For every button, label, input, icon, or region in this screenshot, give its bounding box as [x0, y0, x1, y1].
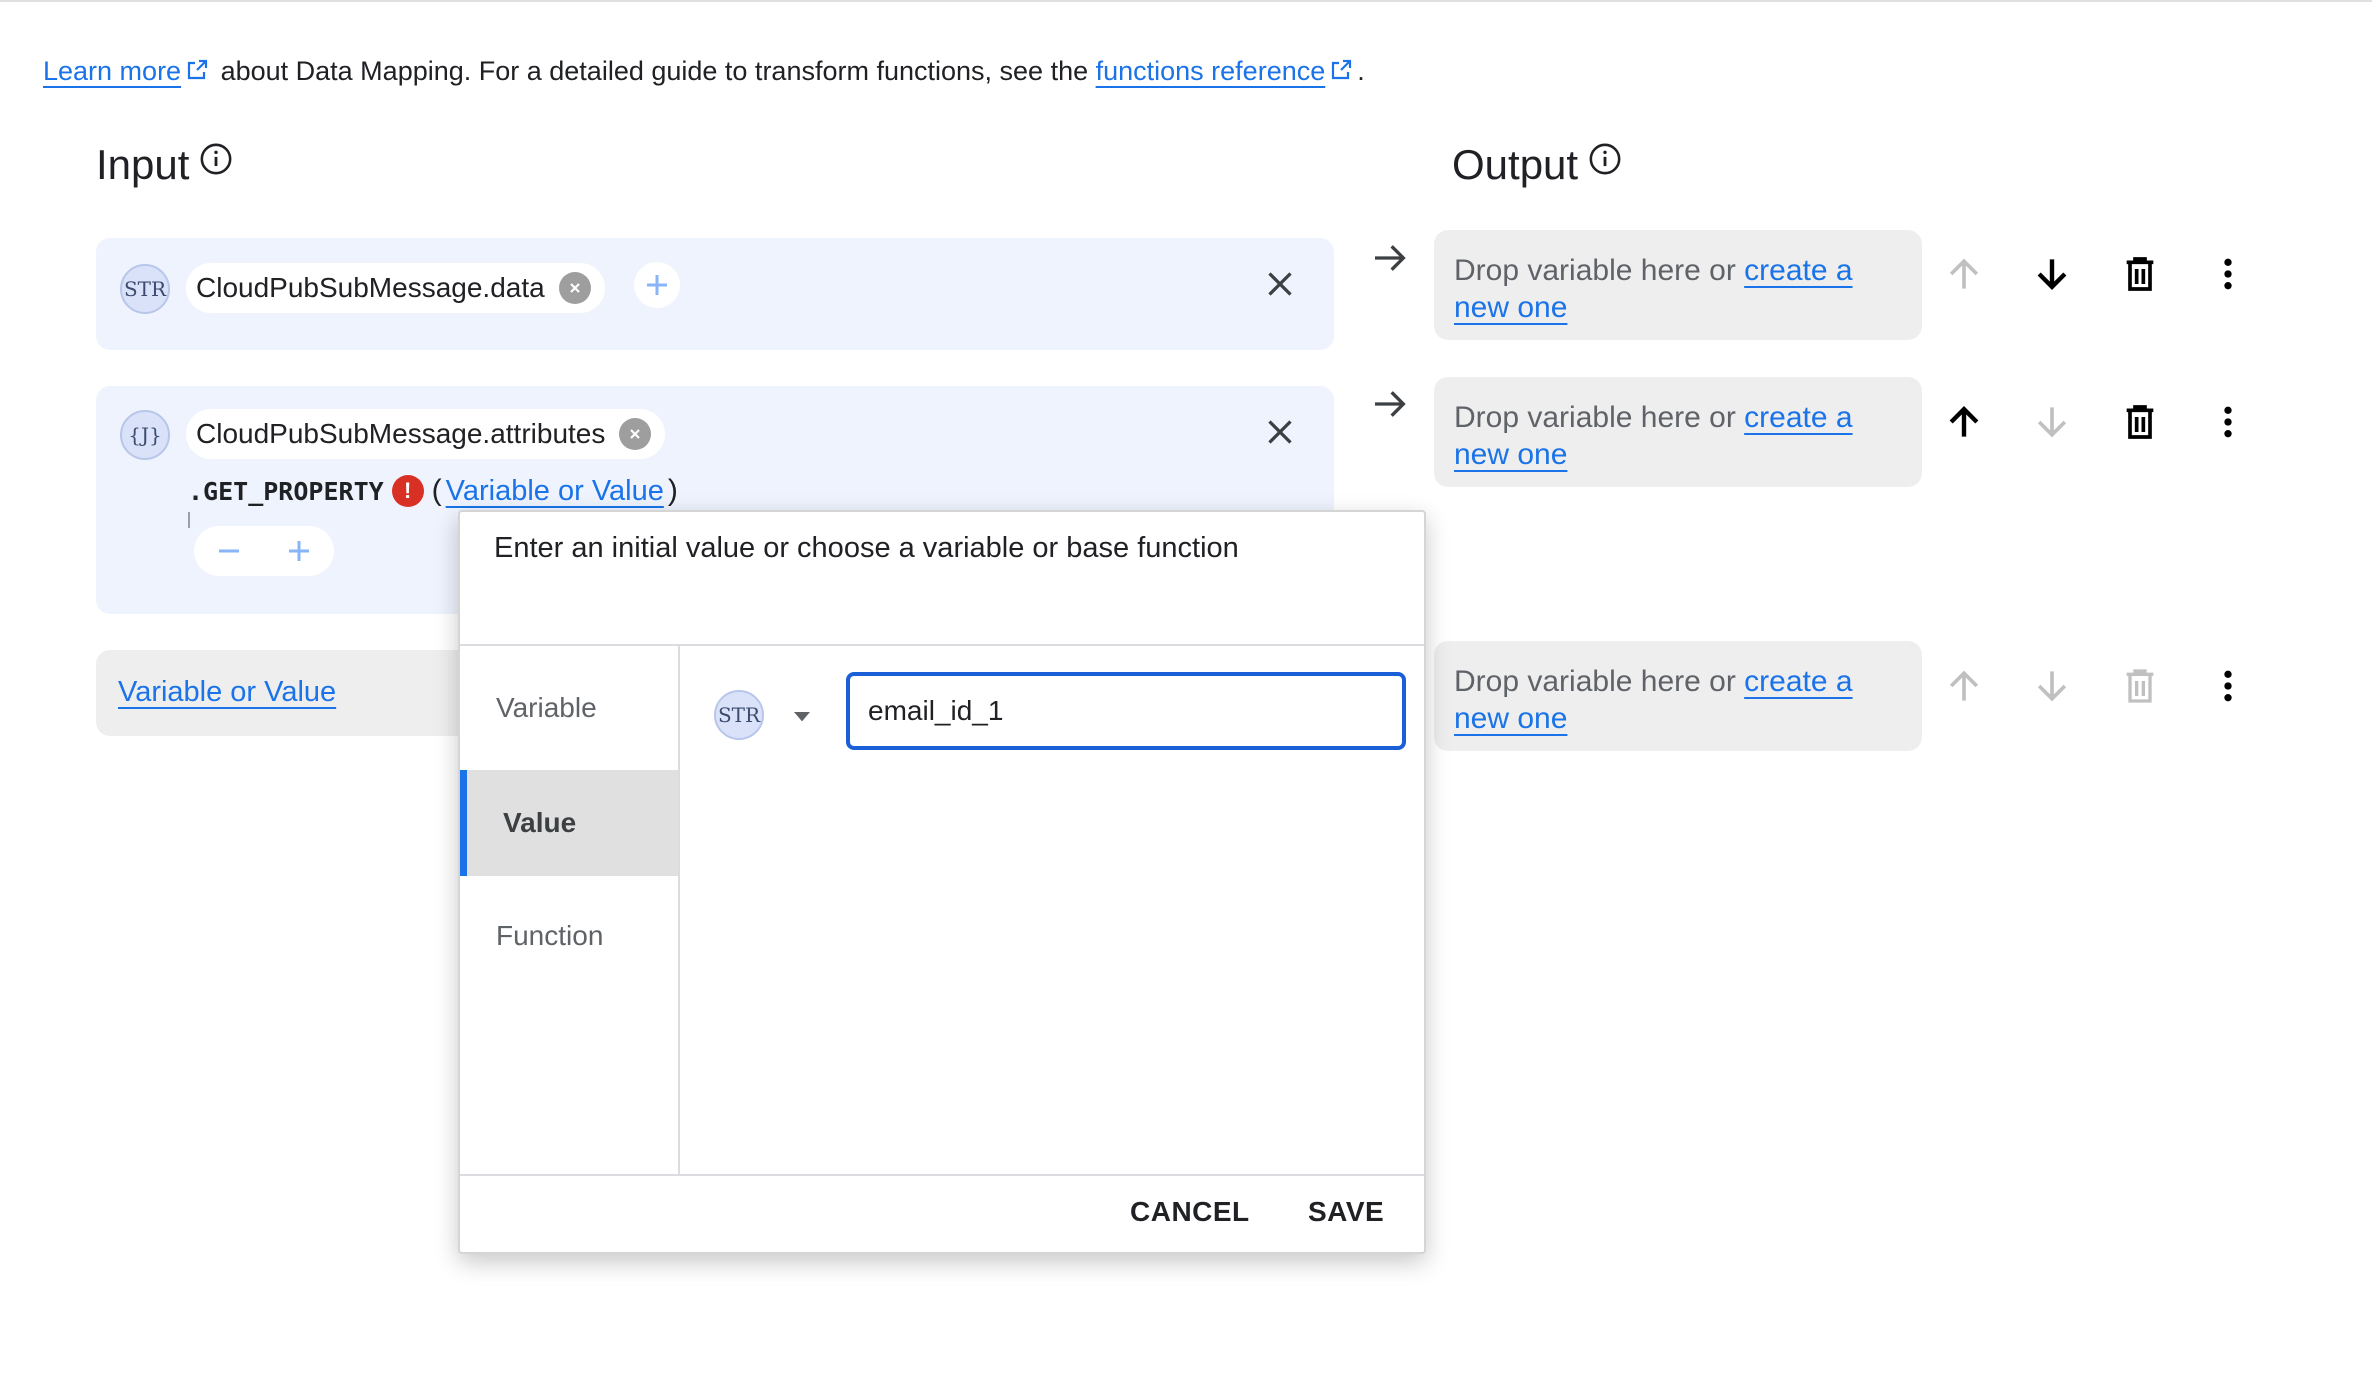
delete-button[interactable]	[2110, 392, 2170, 452]
remove-chip-icon[interactable]	[558, 272, 591, 304]
remove-row-button[interactable]	[1262, 414, 1298, 455]
tab-variable[interactable]: Variable	[460, 666, 678, 750]
function-expression: .GET_PROPERTY ! ( Variable or Value )	[188, 474, 678, 508]
learn-more-link[interactable]: Learn more	[43, 56, 181, 86]
close-icon	[1268, 420, 1292, 444]
input-title-text: Input	[96, 141, 190, 188]
drop-zone-text: Drop variable here or	[1454, 254, 1745, 287]
arrow-up-icon	[1949, 258, 1979, 289]
more-vert-icon	[2224, 670, 2232, 702]
move-up-button	[1934, 656, 1994, 716]
error-icon: !	[391, 475, 424, 507]
output-title-text: Output	[1452, 141, 1579, 188]
function-arg-link[interactable]: Variable or Value	[446, 475, 664, 508]
remove-row-button[interactable]	[1262, 266, 1298, 307]
move-down-button[interactable]	[2022, 244, 2082, 304]
cancel-button[interactable]: CANCEL	[1130, 1196, 1250, 1228]
delete-button[interactable]	[2110, 244, 2170, 304]
drop-zone-text: Drop variable here or	[1454, 401, 1745, 434]
more-options-button[interactable]	[2198, 392, 2258, 452]
variable-chip[interactable]: CloudPubSubMessage.data	[186, 263, 605, 313]
info-icon[interactable]	[1588, 142, 1622, 176]
add-function-button[interactable]	[634, 262, 680, 308]
variable-or-value-link[interactable]: Variable or Value	[118, 673, 336, 711]
minus-icon[interactable]	[214, 536, 244, 566]
output-title: Output	[1452, 140, 1622, 190]
arrow-up-icon	[1949, 406, 1979, 437]
save-button[interactable]: SAVE	[1308, 1196, 1384, 1228]
create-new-link[interactable]: new one	[1454, 702, 1567, 735]
tab-function[interactable]: Function	[460, 894, 678, 978]
close-paren: )	[667, 474, 678, 507]
more-vert-icon	[2224, 258, 2232, 290]
move-up-button[interactable]	[1934, 392, 1994, 452]
dialog-tabs-divider	[678, 646, 680, 1174]
function-name[interactable]: .GET_PROPERTY	[188, 477, 384, 506]
arrow-down-icon	[2037, 259, 2067, 290]
top-divider	[0, 0, 2372, 2]
intro-end-text: .	[1357, 56, 1365, 86]
type-badge-str: STR	[714, 690, 764, 740]
plus-icon	[647, 275, 667, 295]
arrow-down-icon	[2037, 407, 2067, 438]
output-drop-zone[interactable]: Drop variable here or create a new one	[1434, 641, 1922, 751]
drop-zone-text: Drop variable here or	[1454, 665, 1745, 698]
create-new-link[interactable]: create a	[1744, 401, 1852, 434]
more-options-button[interactable]	[2198, 656, 2258, 716]
delete-icon	[2126, 669, 2154, 703]
arrow-right-icon	[1375, 245, 1406, 271]
move-down-button	[2022, 656, 2082, 716]
delete-icon	[2126, 405, 2154, 439]
dialog-title: Enter an initial value or choose a varia…	[494, 532, 1239, 564]
open-paren: (	[431, 474, 442, 507]
function-stepper	[194, 526, 334, 576]
variable-chip[interactable]: CloudPubSubMessage.attributes	[186, 409, 666, 459]
type-badge-json: {J}	[120, 410, 170, 460]
info-icon[interactable]	[199, 142, 233, 176]
create-new-link[interactable]: new one	[1454, 438, 1567, 471]
more-options-button[interactable]	[2198, 244, 2258, 304]
create-new-link[interactable]: new one	[1454, 291, 1567, 324]
plus-icon[interactable]	[284, 536, 314, 566]
type-dropdown[interactable]	[786, 700, 818, 737]
input-title: Input	[96, 140, 233, 190]
arrow-up-icon	[1949, 670, 1979, 701]
type-badge-str: STR	[120, 264, 170, 314]
external-link-icon	[187, 59, 208, 79]
arrow-down-icon	[2037, 671, 2067, 702]
text-caret	[188, 512, 190, 528]
variable-chip-label: CloudPubSubMessage.attributes	[196, 418, 606, 449]
tab-value[interactable]: Value	[460, 770, 678, 876]
value-input[interactable]: email_id_1	[846, 672, 1406, 750]
output-drop-zone[interactable]: Drop variable here or create a new one	[1434, 377, 1922, 487]
delete-button	[2110, 656, 2170, 716]
move-down-button	[2022, 392, 2082, 452]
create-new-link[interactable]: create a	[1744, 254, 1852, 287]
dialog-footer-divider	[460, 1174, 1424, 1176]
value-dialog	[458, 510, 1426, 1254]
remove-chip-icon[interactable]	[619, 418, 652, 450]
functions-reference-link[interactable]: functions reference	[1096, 56, 1326, 86]
external-link-icon	[1332, 59, 1352, 79]
dialog-header-divider	[460, 644, 1424, 646]
dropdown-icon	[794, 712, 810, 722]
intro-text: Learn more about Data Mapping. For a det…	[43, 52, 1365, 90]
create-new-link[interactable]: create a	[1744, 665, 1852, 698]
intro-middle-text: about Data Mapping. For a detailed guide…	[213, 56, 1096, 86]
output-drop-zone[interactable]: Drop variable here or create a new one	[1434, 230, 1922, 340]
more-vert-icon	[2224, 406, 2232, 438]
move-up-button	[1934, 244, 1994, 304]
variable-chip-label: CloudPubSubMessage.data	[196, 272, 545, 303]
delete-icon	[2126, 257, 2154, 291]
close-icon	[1268, 272, 1292, 296]
arrow-right-icon	[1375, 391, 1406, 417]
